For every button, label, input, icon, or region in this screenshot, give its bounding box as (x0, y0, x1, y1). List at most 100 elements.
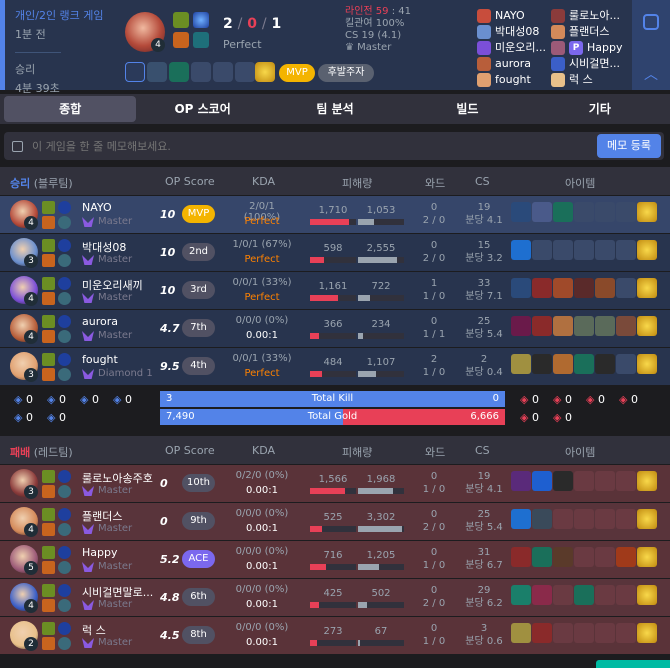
summoner-spell-icon[interactable] (42, 330, 55, 343)
item-slot[interactable] (553, 240, 573, 260)
player-list-item[interactable]: 룰로노아... (551, 8, 623, 24)
item-slot[interactable] (616, 278, 636, 298)
summoner-spell-icon[interactable] (42, 622, 55, 635)
trinket-icon[interactable] (255, 62, 275, 82)
item-slot[interactable] (616, 547, 636, 567)
trinket-icon[interactable] (637, 547, 657, 567)
player-row[interactable]: 4 플랜더스 Master 0 9th 0/0/0 (0%) 0.00:1 525 3,302 0… (0, 503, 670, 540)
item-slot[interactable] (574, 547, 594, 567)
summoner-spell-icon[interactable] (42, 584, 55, 597)
player-name[interactable]: fought (495, 72, 531, 88)
item-slot[interactable] (532, 547, 552, 567)
item-slot[interactable] (511, 202, 531, 222)
rune-icon[interactable] (193, 12, 209, 28)
player-name[interactable]: 시비걸면말로... (82, 584, 153, 600)
player-name[interactable]: NAYO (495, 8, 525, 24)
tab-op-score[interactable]: OP 스코어 (136, 96, 268, 122)
player-row[interactable]: 3 박대성08 Master 10 2nd 1/0/1 (67%) Perfect 598 2,… (0, 234, 670, 271)
rune-icon[interactable] (58, 546, 71, 559)
item-slot[interactable] (595, 623, 615, 643)
item-slot[interactable] (532, 202, 552, 222)
rune-icon[interactable] (58, 485, 71, 498)
item-slot[interactable] (532, 240, 552, 260)
item-slot[interactable] (511, 354, 531, 374)
rune-icon[interactable] (58, 330, 71, 343)
item-slot[interactable] (595, 240, 615, 260)
tab-team-analysis[interactable]: 팀 분석 (269, 96, 401, 122)
summoner-spell-icon[interactable] (42, 485, 55, 498)
rune-icon[interactable] (58, 561, 71, 574)
player-list-item[interactable]: 미운오리... (477, 40, 546, 56)
rune-icon[interactable] (58, 368, 71, 381)
memo-input[interactable] (4, 132, 664, 160)
trinket-icon[interactable] (637, 585, 657, 605)
item-slot[interactable] (553, 547, 573, 567)
item-slot[interactable] (616, 471, 636, 491)
item-slot[interactable] (553, 202, 573, 222)
player-name[interactable]: Happy (82, 546, 118, 559)
summoner-spell-icon[interactable] (42, 599, 55, 612)
item-slot[interactable] (125, 62, 145, 82)
player-name[interactable]: 플랜더스 (569, 24, 609, 40)
player-name[interactable]: 미운오리... (495, 40, 546, 56)
item-slot[interactable] (595, 278, 615, 298)
item-slot[interactable] (616, 240, 636, 260)
player-name[interactable]: 럭 스 (569, 72, 593, 88)
trinket-icon[interactable] (637, 316, 657, 336)
player-list-item[interactable]: 럭 스 (551, 72, 623, 88)
player-name[interactable]: 박대성08 (82, 239, 126, 255)
summoner-spell-icon[interactable] (42, 508, 55, 521)
player-list-item[interactable]: aurora (477, 56, 546, 72)
item-slot[interactable] (616, 623, 636, 643)
item-slot[interactable] (574, 316, 594, 336)
player-name[interactable]: 미운오리새끼 (82, 277, 143, 293)
rune-icon[interactable] (58, 239, 71, 252)
item-slot[interactable] (532, 585, 552, 605)
player-list-item[interactable]: 박대성08 (477, 24, 546, 40)
item-slot[interactable] (616, 585, 636, 605)
player-name[interactable]: 시비걸면... (569, 56, 620, 72)
item-slot[interactable] (574, 202, 594, 222)
player-list-item[interactable]: NAYO (477, 8, 546, 24)
item-slot[interactable] (511, 547, 531, 567)
item-slot[interactable] (616, 509, 636, 529)
item-slot[interactable] (553, 585, 573, 605)
item-slot[interactable] (532, 623, 552, 643)
item-slot[interactable] (574, 278, 594, 298)
item-slot[interactable] (511, 240, 531, 260)
summoner-spell-icon[interactable] (42, 470, 55, 483)
rune-icon[interactable] (58, 277, 71, 290)
share-icon[interactable] (643, 14, 659, 30)
item-slot[interactable] (511, 316, 531, 336)
item-slot[interactable] (574, 623, 594, 643)
player-list-item[interactable]: P Happy (551, 40, 623, 56)
trinket-icon[interactable] (637, 278, 657, 298)
item-slot[interactable] (553, 316, 573, 336)
trinket-icon[interactable] (637, 471, 657, 491)
player-name[interactable]: 플랜더스 (82, 508, 122, 524)
tab-build[interactable]: 빌드 (401, 96, 533, 122)
summoner-spell-icon[interactable] (42, 239, 55, 252)
player-row[interactable]: 4 NAYO Master 10 MVP 2/0/1 (100%) Perfect 1,710… (0, 196, 670, 233)
item-slot[interactable] (595, 316, 615, 336)
item-slot[interactable] (553, 471, 573, 491)
summoner-spell-icon[interactable] (42, 546, 55, 559)
player-row[interactable]: 4 aurora Master 4.7 7th 0/0/0 (0%) 0.00:1 366 23… (0, 310, 670, 347)
player-name[interactable]: 박대성08 (495, 24, 539, 40)
tab-summary[interactable]: 종합 (4, 96, 137, 122)
summoner-spell-icon[interactable] (42, 523, 55, 536)
item-slot[interactable] (532, 316, 552, 336)
corner-button[interactable] (596, 660, 670, 668)
trinket-icon[interactable] (637, 509, 657, 529)
summoner-spell-icon[interactable] (42, 315, 55, 328)
player-row[interactable]: 3 룰로노아송주호 Master 0 10th 0/2/0 (0%) 0.00:1 1,566… (0, 465, 670, 502)
item-slot[interactable] (595, 202, 615, 222)
rune-icon[interactable] (58, 315, 71, 328)
item-slot[interactable] (553, 278, 573, 298)
rune-icon[interactable] (58, 637, 71, 650)
rune-icon[interactable] (58, 523, 71, 536)
expand-panel[interactable]: ︿ (632, 0, 670, 90)
item-slot[interactable] (574, 354, 594, 374)
player-name[interactable]: 럭 스 (82, 622, 106, 638)
player-row[interactable]: 4 시비걸면말로... Master 4.8 6th 0/0/0 (0%) 0.00:1 42… (0, 579, 670, 616)
